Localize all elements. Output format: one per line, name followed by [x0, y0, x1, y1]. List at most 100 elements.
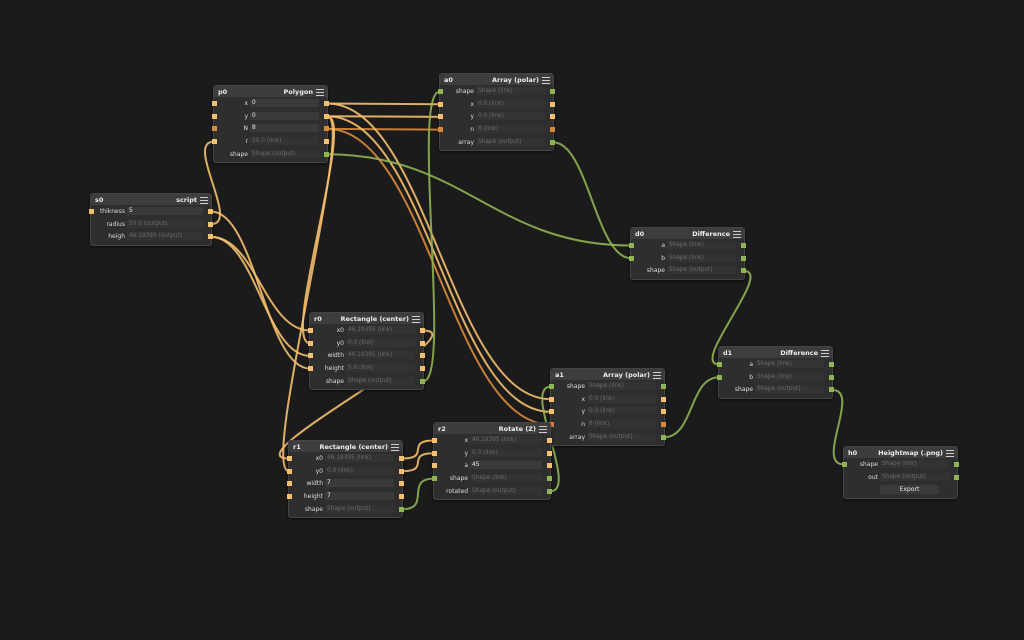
output-port[interactable]: [550, 89, 555, 94]
node-header[interactable]: d1 Difference: [719, 347, 832, 358]
output-port[interactable]: [547, 463, 552, 469]
input-port[interactable]: [308, 328, 313, 333]
node-rectangle-center-r1[interactable]: r1 Rectangle (center) x0 46.19395 (link) y0 0…: [287, 440, 404, 518]
output-port[interactable]: [324, 151, 329, 157]
output-port[interactable]: [324, 126, 329, 132]
output-port[interactable]: [661, 384, 666, 389]
output-port[interactable]: [399, 481, 404, 487]
input-port[interactable]: [287, 456, 292, 461]
input-port[interactable]: [549, 396, 554, 402]
output-port[interactable]: [420, 353, 425, 359]
output-port[interactable]: [399, 456, 404, 461]
hamburger-menu-icon[interactable]: [200, 197, 208, 204]
input-port[interactable]: [438, 127, 443, 133]
port-value-field[interactable]: 0: [250, 111, 319, 120]
output-port[interactable]: [550, 127, 555, 133]
port-value-field[interactable]: 7: [325, 479, 394, 488]
output-port[interactable]: [954, 462, 959, 467]
output-port[interactable]: [547, 476, 552, 482]
hamburger-menu-icon[interactable]: [542, 77, 550, 84]
port-value-field[interactable]: 8: [250, 124, 319, 133]
node-difference-d0[interactable]: d0 Difference a Shape (link) b Shape (link) sh…: [629, 227, 746, 280]
output-port[interactable]: [420, 328, 425, 333]
port-value-field[interactable]: 45: [470, 461, 542, 470]
input-port[interactable]: [287, 481, 292, 487]
node-header[interactable]: r0 Rectangle (center): [310, 313, 423, 324]
port-value-field[interactable]: 5: [127, 207, 203, 215]
output-port[interactable]: [954, 474, 959, 480]
input-port[interactable]: [89, 209, 94, 214]
output-port[interactable]: [208, 234, 213, 240]
node-rotate-z[interactable]: r2 Rotate (Z) x 46.19395 (link) y 0.0 (link) a…: [432, 422, 552, 500]
input-port[interactable]: [212, 139, 217, 145]
node-rectangle-center-r0[interactable]: r0 Rectangle (center) x0 46.19395 (link) y0 0…: [308, 312, 425, 390]
output-port[interactable]: [741, 268, 746, 274]
hamburger-menu-icon[interactable]: [946, 450, 954, 457]
output-port[interactable]: [324, 139, 329, 145]
input-port[interactable]: [212, 113, 217, 119]
output-port[interactable]: [547, 438, 552, 443]
output-port[interactable]: [208, 221, 213, 227]
input-port[interactable]: [432, 438, 437, 443]
node-heightmap-png[interactable]: h0 Heightmap (.png) shape Shape (link) out Sh…: [842, 446, 959, 499]
output-port[interactable]: [399, 468, 404, 474]
export-button[interactable]: Export: [880, 485, 939, 495]
input-port[interactable]: [717, 374, 722, 380]
node-header[interactable]: d0 Difference: [631, 228, 744, 239]
output-port[interactable]: [399, 506, 404, 512]
input-port[interactable]: [438, 114, 443, 120]
output-port[interactable]: [399, 494, 404, 500]
output-port[interactable]: [420, 340, 425, 346]
input-port[interactable]: [549, 384, 554, 389]
output-port[interactable]: [550, 114, 555, 120]
output-port[interactable]: [208, 209, 213, 214]
node-header[interactable]: a0 Array (polar): [440, 74, 553, 85]
output-port[interactable]: [420, 378, 425, 384]
node-header[interactable]: p0 Polygon: [214, 86, 327, 97]
output-port[interactable]: [829, 387, 834, 393]
input-port[interactable]: [308, 353, 313, 359]
input-port[interactable]: [212, 126, 217, 132]
hamburger-menu-icon[interactable]: [539, 426, 547, 433]
output-port[interactable]: [547, 488, 552, 494]
input-port[interactable]: [308, 366, 313, 372]
output-port[interactable]: [550, 101, 555, 107]
input-port[interactable]: [842, 462, 847, 467]
input-port[interactable]: [308, 340, 313, 346]
port-value-field[interactable]: 7: [325, 492, 394, 501]
output-port[interactable]: [829, 362, 834, 367]
port-value-field[interactable]: 0: [250, 99, 319, 107]
node-header[interactable]: h0 Heightmap (.png): [844, 447, 957, 458]
output-port[interactable]: [661, 409, 666, 415]
input-port[interactable]: [287, 468, 292, 474]
output-port[interactable]: [661, 422, 666, 428]
node-array-polar-a1[interactable]: a1 Array (polar) shape Shape (link) x 0.0 (li…: [549, 368, 666, 446]
node-difference-d1[interactable]: d1 Difference a Shape (link) b Shape (link) sh…: [717, 346, 834, 399]
input-port[interactable]: [432, 463, 437, 469]
input-port[interactable]: [432, 450, 437, 456]
input-port[interactable]: [438, 89, 443, 94]
node-script[interactable]: s0 script thikness 5 radius 50.0 (output) heig…: [89, 193, 213, 246]
hamburger-menu-icon[interactable]: [316, 89, 324, 96]
output-port[interactable]: [420, 366, 425, 372]
input-port[interactable]: [717, 362, 722, 367]
hamburger-menu-icon[interactable]: [733, 231, 741, 238]
input-port[interactable]: [629, 255, 634, 261]
hamburger-menu-icon[interactable]: [412, 316, 420, 323]
output-port[interactable]: [661, 396, 666, 402]
output-port[interactable]: [324, 113, 329, 119]
node-header[interactable]: a1 Array (polar): [551, 369, 664, 380]
output-port[interactable]: [741, 243, 746, 248]
input-port[interactable]: [438, 101, 443, 107]
input-port[interactable]: [629, 243, 634, 248]
input-port[interactable]: [212, 101, 217, 106]
output-port[interactable]: [661, 434, 666, 440]
node-polygon[interactable]: p0 Polygon x 0 y 0 N 8 r 50.0 (link) shape Shape (o…: [212, 85, 329, 163]
node-header[interactable]: r2 Rotate (Z): [434, 423, 550, 434]
output-port[interactable]: [550, 139, 555, 145]
hamburger-menu-icon[interactable]: [653, 372, 661, 379]
node-header[interactable]: s0 script: [91, 194, 211, 205]
input-port[interactable]: [432, 476, 437, 482]
output-port[interactable]: [547, 450, 552, 456]
hamburger-menu-icon[interactable]: [821, 350, 829, 357]
